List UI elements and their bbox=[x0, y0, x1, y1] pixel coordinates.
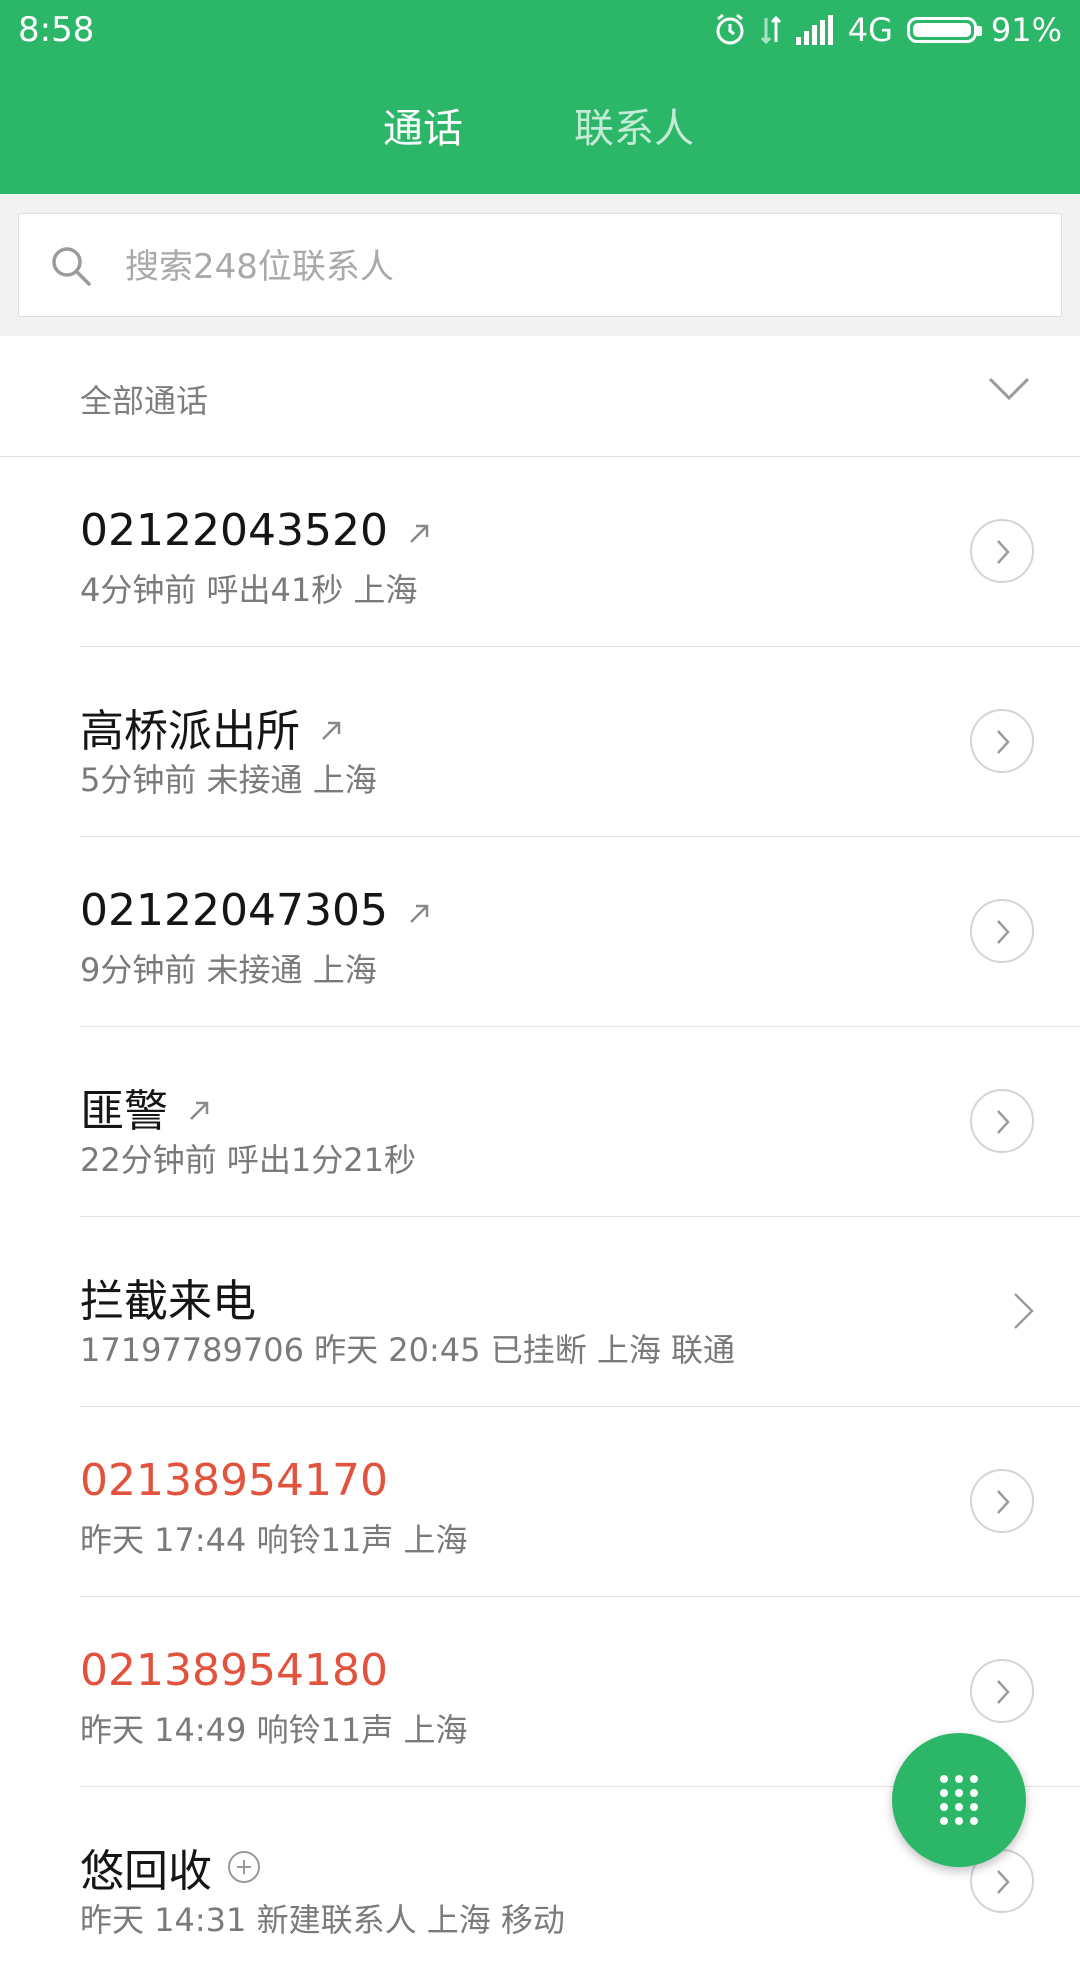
data-arrows-icon bbox=[760, 14, 782, 46]
app-header: 8:58 4G 91% 通话 联系人 bbox=[0, 0, 1080, 194]
call-details: 5分钟前 未接通 上海 bbox=[80, 761, 377, 799]
call-log-row[interactable]: 02122043520 4分钟前 呼出41秒 上海 bbox=[0, 457, 1080, 647]
network-type: 4G bbox=[847, 11, 893, 49]
call-log-row[interactable]: 02138954170 昨天 17:44 响铃11声 上海 bbox=[0, 1407, 1080, 1597]
detail-button[interactable] bbox=[970, 899, 1034, 963]
call-details: 22分钟前 呼出1分21秒 bbox=[80, 1141, 416, 1179]
call-title: 拦截来电 bbox=[80, 1276, 256, 1327]
status-icons: 4G 91% bbox=[714, 10, 1062, 50]
outgoing-arrow-icon bbox=[408, 885, 430, 936]
call-log-row[interactable]: 02122047305 9分钟前 未接通 上海 bbox=[0, 837, 1080, 1027]
chevron-down-icon[interactable] bbox=[988, 376, 1030, 406]
outgoing-arrow-icon bbox=[188, 1082, 210, 1133]
call-details: 昨天 14:31 新建联系人 上海 移动 bbox=[80, 1901, 565, 1939]
search-box[interactable] bbox=[18, 213, 1062, 317]
alarm-icon bbox=[714, 13, 746, 47]
call-log-row[interactable]: 匪警 22分钟前 呼出1分21秒 bbox=[0, 1027, 1080, 1217]
detail-button[interactable] bbox=[970, 1659, 1034, 1723]
call-title: 02138954180 bbox=[80, 1645, 388, 1696]
call-details: 9分钟前 未接通 上海 bbox=[80, 951, 377, 989]
signal-icon bbox=[795, 15, 834, 45]
outgoing-arrow-icon bbox=[408, 505, 430, 556]
detail-button[interactable] bbox=[970, 1089, 1034, 1153]
tab-bar: 通话 联系人 bbox=[0, 96, 1080, 156]
filter-label: 全部通话 bbox=[80, 382, 209, 420]
call-details: 昨天 14:49 响铃11声 上海 bbox=[80, 1711, 468, 1749]
detail-button[interactable] bbox=[970, 1469, 1034, 1533]
call-title: 匪警 bbox=[80, 1075, 210, 1139]
battery-icon bbox=[906, 17, 982, 43]
detail-button[interactable] bbox=[970, 709, 1034, 773]
call-title: 悠回收 bbox=[80, 1835, 260, 1899]
tab-contacts[interactable]: 联系人 bbox=[574, 96, 694, 154]
call-log-row[interactable]: 高桥派出所 5分钟前 未接通 上海 bbox=[0, 647, 1080, 837]
search-icon bbox=[49, 244, 93, 292]
detail-button[interactable] bbox=[970, 519, 1034, 583]
call-title: 02122043520 bbox=[80, 505, 430, 556]
outgoing-arrow-icon bbox=[320, 702, 342, 753]
call-details: 4分钟前 呼出41秒 上海 bbox=[80, 571, 418, 609]
battery-percent: 91% bbox=[990, 11, 1062, 49]
add-contact-icon[interactable] bbox=[228, 1851, 260, 1883]
status-bar: 8:58 4G 91% bbox=[0, 0, 1080, 60]
search-input[interactable] bbox=[123, 238, 1027, 296]
chevron-right-icon[interactable] bbox=[1012, 1291, 1036, 1335]
blocked-calls-row[interactable]: 拦截来电 17197789706 昨天 20:45 已挂断 上海 联通 bbox=[0, 1217, 1080, 1407]
tab-calls[interactable]: 通话 bbox=[383, 96, 463, 154]
call-details: 17197789706 昨天 20:45 已挂断 上海 联通 bbox=[80, 1331, 736, 1369]
search-area bbox=[0, 194, 1080, 336]
call-details: 昨天 17:44 响铃11声 上海 bbox=[80, 1521, 468, 1559]
dialpad-icon bbox=[940, 1775, 978, 1827]
call-title: 02138954170 bbox=[80, 1455, 388, 1506]
call-title: 02122047305 bbox=[80, 885, 430, 936]
dialpad-button[interactable] bbox=[892, 1733, 1026, 1867]
call-filter[interactable]: 全部通话 bbox=[0, 336, 1080, 457]
call-title: 高桥派出所 bbox=[80, 695, 342, 759]
status-time: 8:58 bbox=[18, 10, 95, 50]
